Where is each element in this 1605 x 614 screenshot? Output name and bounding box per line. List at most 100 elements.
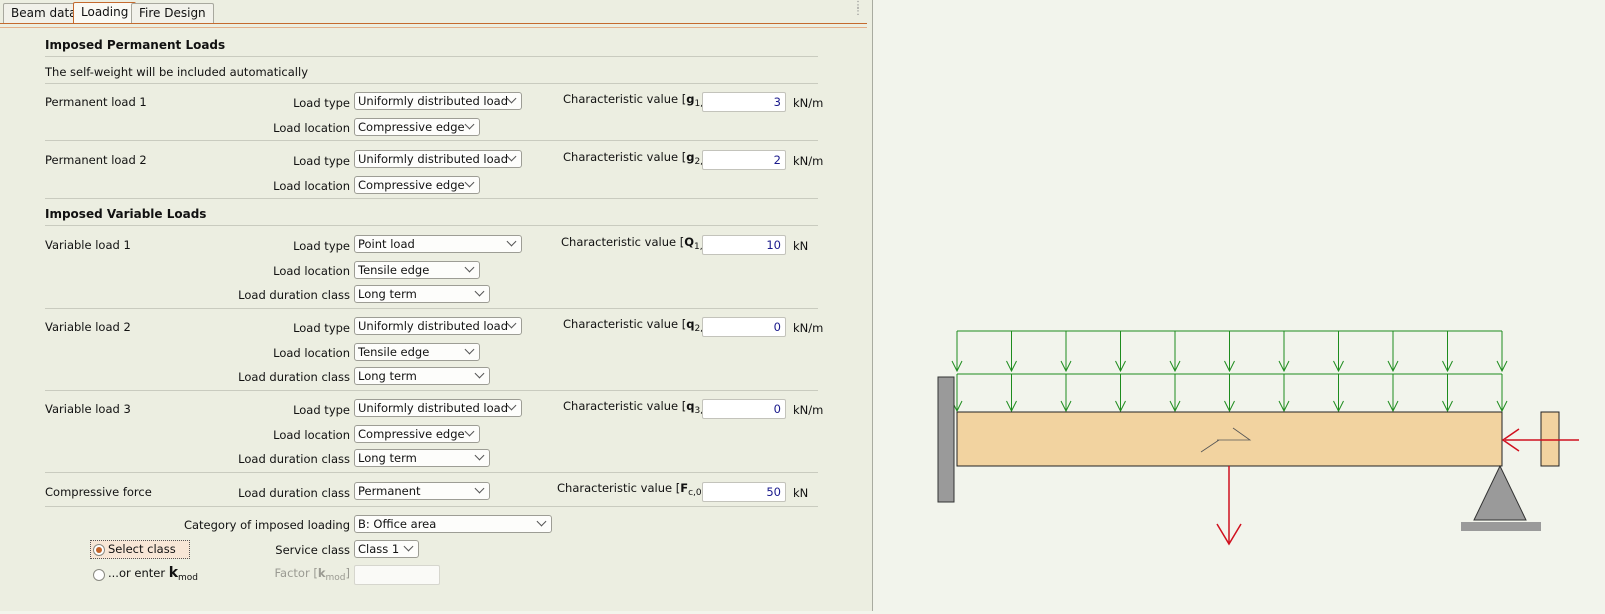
- permanent-load-2-location-select[interactable]: Compressive edge: [354, 176, 480, 194]
- chevron-down-icon: [403, 541, 414, 552]
- divider: [45, 472, 818, 473]
- end-plate: [1540, 411, 1560, 467]
- chevron-down-icon: [506, 151, 517, 162]
- chevron-down-icon: [506, 236, 517, 247]
- tab-fire-design[interactable]: Fire Design: [131, 3, 214, 23]
- tab-underline: [0, 23, 867, 28]
- load-duration-label: Load duration class: [238, 452, 350, 466]
- variable-load-1-type-select[interactable]: Point load: [354, 235, 522, 253]
- variable-load-3-label: Variable load 3: [45, 402, 131, 416]
- permanent-load-2-value-input[interactable]: 2: [702, 150, 786, 170]
- load-duration-label: Load duration class: [238, 288, 350, 302]
- chevron-down-icon: [506, 318, 517, 329]
- category-label: Category of imposed loading: [183, 518, 350, 532]
- load-duration-label: Load duration class: [238, 370, 350, 384]
- compressive-value-input[interactable]: 50: [702, 482, 786, 502]
- service-class-select[interactable]: Class 1: [354, 540, 419, 558]
- chevron-down-icon: [506, 400, 517, 411]
- tab-loading[interactable]: Loading: [73, 2, 137, 24]
- radio-dot-icon: [96, 547, 102, 553]
- unit-label: kN/m: [793, 321, 824, 335]
- unit-label: kN: [793, 239, 809, 253]
- variable-load-2-duration-select[interactable]: Long term: [354, 367, 490, 385]
- variable-load-1-location-select[interactable]: Tensile edge: [354, 261, 480, 279]
- load-type-label: Load type: [293, 96, 350, 110]
- divider: [45, 390, 818, 391]
- point-load-arrow: [1216, 466, 1242, 546]
- load-type-label: Load type: [293, 403, 350, 417]
- kmod-factor-label: Factor [kmod]: [274, 566, 350, 583]
- load-location-label: Load location: [273, 264, 350, 278]
- load-location-label: Load location: [273, 428, 350, 442]
- permanent-load-1-type-select[interactable]: Uniformly distributed load: [354, 92, 522, 110]
- divider: [45, 198, 818, 199]
- permanent-load-1-value-input[interactable]: 3: [702, 92, 786, 112]
- permanent-load-2-label: Permanent load 2: [45, 153, 147, 167]
- beam-diagram-panel: [872, 0, 1605, 611]
- load-duration-label: Load duration class: [238, 486, 350, 500]
- permanent-load-1-label: Permanent load 1: [45, 95, 147, 109]
- chevron-down-icon: [506, 93, 517, 104]
- permanent-load-1-location-select[interactable]: Compressive edge: [354, 118, 480, 136]
- pin-support: [1473, 464, 1527, 521]
- beam-diagram: [937, 330, 1579, 546]
- loading-panel: Beam data Loading Fire Design ⋮ ⋮ Imposed…: [0, 0, 872, 611]
- enter-kmod-radio[interactable]: [93, 569, 105, 581]
- char-value-label: Characteristic value [q3,k]: [563, 399, 713, 416]
- variable-load-1-label: Variable load 1: [45, 238, 131, 252]
- char-value-label: Characteristic value [g1,k]: [563, 92, 713, 109]
- variable-load-3-duration-select[interactable]: Long term: [354, 449, 490, 467]
- load-type-label: Load type: [293, 321, 350, 335]
- load-type-label: Load type: [293, 154, 350, 168]
- chevron-down-icon: [536, 516, 547, 527]
- load-location-label: Load location: [273, 179, 350, 193]
- kmod-factor-input[interactable]: [354, 565, 440, 585]
- tab-bar: Beam data Loading Fire Design ⋮ ⋮: [0, 0, 872, 28]
- variable-load-2-location-select[interactable]: Tensile edge: [354, 343, 480, 361]
- chevron-down-icon: [464, 344, 475, 355]
- service-class-label: Service class: [275, 543, 350, 557]
- divider: [45, 308, 818, 309]
- variable-load-2-label: Variable load 2: [45, 320, 131, 334]
- divider: [45, 140, 818, 141]
- compressive-duration-select[interactable]: Permanent: [354, 482, 490, 500]
- load-location-label: Load location: [273, 346, 350, 360]
- char-value-label: Characteristic value [Q1,k]: [561, 235, 712, 252]
- variable-loads-heading: Imposed Variable Loads: [45, 207, 207, 221]
- variable-load-2-type-select[interactable]: Uniformly distributed load: [354, 317, 522, 335]
- divider: [45, 225, 818, 226]
- select-class-label[interactable]: Select class: [108, 542, 176, 556]
- variable-load-3-type-select[interactable]: Uniformly distributed load: [354, 399, 522, 417]
- fixed-wall-support: [937, 376, 955, 503]
- char-value-label: Characteristic value [g2,k]: [563, 150, 713, 167]
- self-weight-note: The self-weight will be included automat…: [45, 65, 309, 79]
- char-value-label: Characteristic value [q2,k]: [563, 317, 713, 334]
- divider: [45, 83, 818, 84]
- chevron-down-icon: [474, 286, 485, 297]
- grip-icon[interactable]: ⋮ ⋮: [853, 1, 863, 17]
- ground-base: [1461, 522, 1541, 531]
- chevron-down-icon: [474, 450, 485, 461]
- chevron-down-icon: [474, 368, 485, 379]
- permanent-loads-heading: Imposed Permanent Loads: [45, 38, 226, 52]
- divider: [45, 506, 818, 507]
- unit-label: kN: [793, 486, 809, 500]
- timber-beam: [956, 411, 1503, 467]
- variable-load-1-duration-select[interactable]: Long term: [354, 285, 490, 303]
- load-location-label: Load location: [273, 121, 350, 135]
- variable-load-3-value-input[interactable]: 0: [702, 399, 786, 419]
- enter-kmod-label[interactable]: ...or enter kmod: [108, 565, 198, 583]
- category-select[interactable]: B: Office area: [354, 515, 552, 533]
- divider: [45, 56, 818, 57]
- variable-load-3-location-select[interactable]: Compressive edge: [354, 425, 480, 443]
- distributed-load-arrows-upper: [951, 330, 1508, 373]
- distributed-load-arrows-lower: [951, 373, 1508, 413]
- permanent-load-2-type-select[interactable]: Uniformly distributed load: [354, 150, 522, 168]
- variable-load-1-value-input[interactable]: 10: [702, 235, 786, 255]
- chevron-down-icon: [464, 119, 475, 130]
- variable-load-2-value-input[interactable]: 0: [702, 317, 786, 337]
- load-type-label: Load type: [293, 239, 350, 253]
- unit-label: kN/m: [793, 403, 824, 417]
- chevron-down-icon: [464, 262, 475, 273]
- select-class-radio[interactable]: [93, 544, 105, 556]
